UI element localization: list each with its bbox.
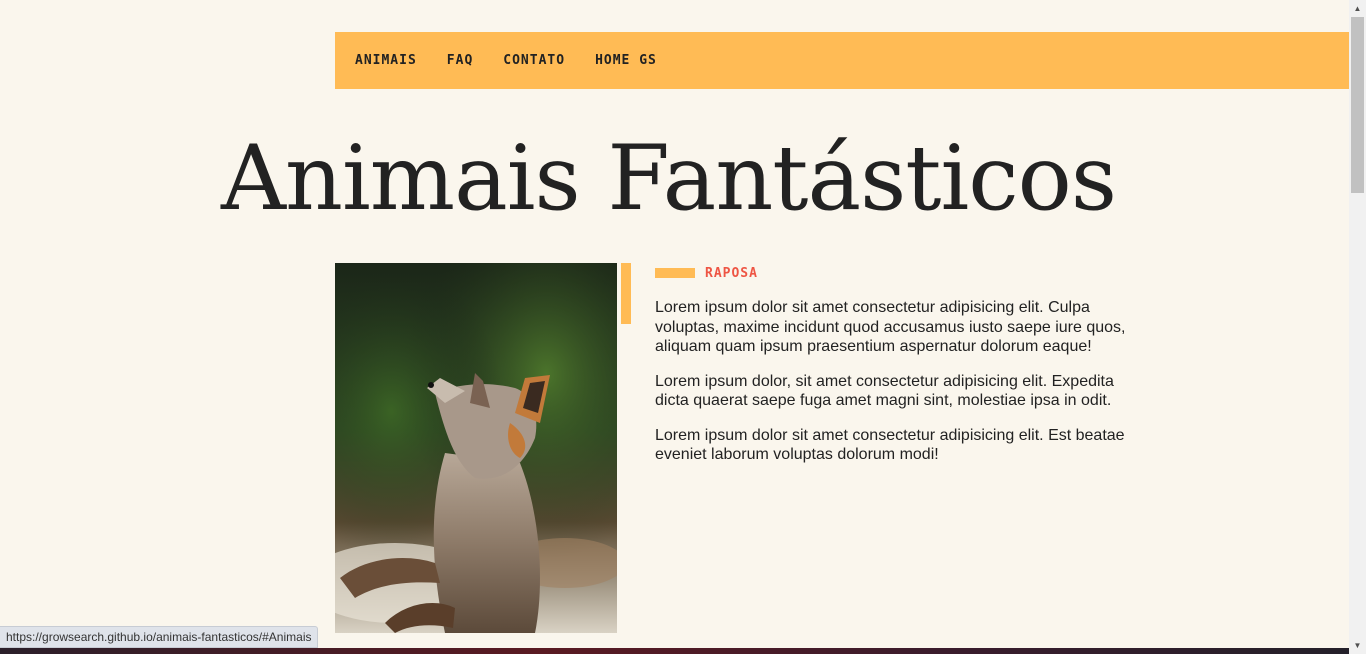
vertical-scrollbar[interactable]: ▲ ▼ bbox=[1349, 0, 1366, 654]
menu-link-animais[interactable]: ANIMAIS bbox=[355, 53, 417, 68]
fox-photo[interactable] bbox=[335, 263, 617, 633]
description-paragraph-3: Lorem ipsum dolor sit amet consectetur a… bbox=[655, 426, 1125, 464]
taskbar-strip bbox=[0, 648, 1349, 654]
scroll-thumb[interactable] bbox=[1351, 17, 1364, 193]
animal-subtitle: RAPOSA bbox=[655, 263, 1130, 283]
link-status-bar: https://growsearch.github.io/animais-fan… bbox=[0, 626, 319, 648]
page-title: Animais Fantásticos bbox=[221, 126, 1117, 231]
scroll-down-arrow-icon[interactable]: ▼ bbox=[1349, 637, 1366, 654]
animal-name: RAPOSA bbox=[705, 265, 758, 281]
description-paragraph-2: Lorem ipsum dolor, sit amet consectetur … bbox=[655, 372, 1114, 410]
subtitle-accent-bar bbox=[655, 268, 695, 278]
main-menu: ANIMAIS FAQ CONTATO HOME GS bbox=[335, 32, 1349, 89]
menu-link-contato[interactable]: CONTATO bbox=[503, 53, 565, 68]
menu-link-home-gs[interactable]: HOME GS bbox=[595, 53, 657, 68]
menu-link-faq[interactable]: FAQ bbox=[447, 53, 473, 68]
description-paragraph-1: Lorem ipsum dolor sit amet consectetur a… bbox=[655, 299, 1126, 355]
list-accent-bar bbox=[621, 263, 631, 324]
animal-description: RAPOSA Lorem ipsum dolor sit amet consec… bbox=[655, 263, 1130, 480]
scroll-up-arrow-icon[interactable]: ▲ bbox=[1349, 0, 1366, 17]
